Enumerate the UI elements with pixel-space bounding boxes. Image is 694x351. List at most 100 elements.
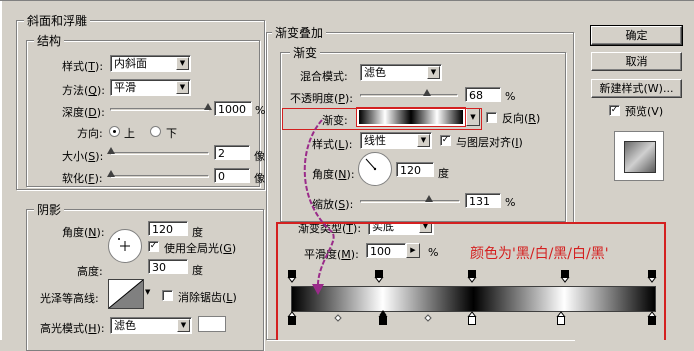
gradient-type-select[interactable]: 实底 ▼ — [368, 222, 434, 235]
gradient-angle-dial[interactable] — [358, 152, 392, 186]
soften-input[interactable]: 0 — [214, 168, 250, 183]
scale-slider[interactable] — [360, 200, 460, 203]
bevel-size-label: 大小(S): — [62, 150, 104, 163]
altitude-input[interactable]: 30 — [148, 259, 188, 274]
opacity-stops-row — [287, 270, 657, 283]
scale-label: 缩放(S): — [312, 198, 354, 211]
shading-angle-label: 角度(N): — [62, 226, 105, 239]
style-preview-swatch — [624, 141, 656, 173]
reverse-checkbox[interactable] — [486, 112, 497, 123]
antialias-checkbox[interactable] — [162, 290, 173, 301]
gradient-overlay-title: 渐变叠加 — [272, 24, 327, 41]
global-light-label: 使用全局光(G) — [164, 242, 237, 255]
gradient-dropdown-button[interactable]: ▼ — [466, 108, 480, 126]
gradient-style-label: 样式(L): — [312, 138, 353, 151]
gradient-style-value: 线性 — [364, 134, 386, 147]
opacity-label: 不透明度(P): — [290, 92, 353, 105]
blend-mode-label: 混合模式: — [300, 70, 348, 83]
gloss-contour-label: 光泽等高线: — [40, 292, 99, 305]
color-stops-row — [287, 310, 657, 325]
size-slider[interactable] — [110, 152, 209, 155]
smoothness-label: 平滑度(M): — [304, 248, 359, 261]
shading-angle-dial[interactable] — [108, 229, 142, 263]
bevel-emboss-title: 斜面和浮雕 — [24, 12, 91, 29]
smoothness-arrow-button[interactable]: ▶ — [406, 243, 420, 258]
opacity-slider[interactable] — [360, 94, 458, 97]
gradient-type-label: 渐变类型(T): — [298, 222, 362, 235]
chevron-down-icon[interactable]: ▼ — [427, 66, 440, 79]
bevel-style-value: 内斜面 — [114, 57, 147, 70]
depth-input[interactable]: 1000 — [214, 101, 252, 116]
preview-checkbox[interactable]: ✓ — [609, 105, 620, 116]
align-with-layer-label: 与图层对齐(I) — [456, 136, 523, 149]
direction-up-radio[interactable] — [109, 126, 120, 137]
ok-button[interactable]: 确定 — [590, 25, 683, 46]
bevel-style-label: 样式(T): — [62, 60, 104, 73]
direction-label: 方向: — [77, 127, 103, 140]
align-with-layer-checkbox[interactable]: ✓ — [440, 135, 451, 146]
size-unit: 像 — [254, 150, 265, 163]
scale-slider-thumb[interactable] — [425, 195, 433, 202]
opacity-slider-thumb[interactable] — [423, 89, 431, 96]
bevel-soften-label: 软化(F): — [62, 172, 103, 185]
scale-input[interactable]: 131 — [465, 193, 501, 208]
shading-angle-input[interactable]: 120 — [148, 221, 188, 236]
blend-mode-select[interactable]: 滤色 ▼ — [360, 64, 442, 81]
opacity-input[interactable]: 68 — [465, 87, 501, 102]
blend-mode-value: 滤色 — [364, 66, 386, 79]
highlight-mode-value: 滤色 — [114, 319, 136, 332]
shading-angle-unit: 度 — [192, 226, 203, 239]
shading-title: 阴影 — [34, 201, 65, 218]
smoothness-input[interactable]: 100 — [366, 243, 406, 258]
bevel-depth-label: 深度(D): — [62, 106, 105, 119]
size-input[interactable]: 2 — [214, 145, 250, 160]
color-annotation: 颜色为'黑/白/黑/白/黑' — [470, 246, 609, 262]
chevron-down-icon[interactable]: ▼ — [419, 224, 432, 233]
gradient-bar[interactable] — [291, 286, 656, 312]
size-slider-thumb[interactable] — [107, 147, 115, 154]
soften-unit: 像 — [254, 172, 265, 185]
gradient-preview[interactable] — [356, 107, 466, 127]
global-light-checkbox[interactable]: ✓ — [148, 241, 159, 252]
style-preview-thumbnail — [614, 131, 664, 181]
highlight-color-swatch[interactable] — [198, 316, 226, 332]
bevel-method-select[interactable]: 平滑 ▼ — [110, 79, 191, 96]
direction-down-radio[interactable] — [150, 126, 161, 137]
gradient-style-select[interactable]: 线性 ▼ — [360, 132, 432, 149]
gradient-angle-unit: 度 — [438, 167, 449, 180]
soften-slider-thumb[interactable] — [107, 170, 115, 177]
gradient-label: 渐变: — [322, 114, 348, 127]
depth-slider-thumb[interactable] — [204, 103, 212, 110]
new-style-button[interactable]: 新建样式(W)... — [591, 79, 682, 98]
scale-unit: % — [505, 196, 516, 209]
gradient-angle-label: 角度(N): — [312, 168, 355, 181]
soften-slider[interactable] — [110, 175, 209, 178]
gloss-contour-preview[interactable] — [108, 279, 144, 309]
preview-label: 预览(V) — [625, 105, 664, 118]
smoothness-unit: % — [428, 246, 439, 259]
gradient-preview-fill — [359, 110, 463, 124]
gloss-contour-dropdown[interactable]: ▼ — [145, 287, 153, 297]
chevron-down-icon[interactable]: ▼ — [176, 57, 189, 70]
bevel-method-label: 方法(Q): — [62, 84, 105, 97]
chevron-down-icon[interactable]: ▼ — [177, 319, 190, 332]
depth-slider[interactable] — [110, 108, 209, 111]
angle-needle-icon — [365, 158, 377, 171]
reverse-label: 反向(R) — [502, 112, 541, 125]
gradient-subgroup-title: 渐变 — [290, 44, 321, 61]
altitude-unit: 度 — [192, 264, 203, 277]
bevel-method-value: 平滑 — [114, 81, 136, 94]
gradient-angle-input[interactable]: 120 — [396, 162, 434, 177]
chevron-down-icon[interactable]: ▼ — [417, 134, 430, 147]
chevron-down-icon[interactable]: ▼ — [176, 81, 189, 94]
bevel-style-select[interactable]: 内斜面 ▼ — [110, 55, 191, 72]
cancel-button[interactable]: 取消 — [591, 52, 682, 71]
antialias-label: 消除锯齿(L) — [178, 291, 237, 304]
top-edge — [0, 0, 694, 1]
gradient-type-value: 实底 — [372, 222, 394, 233]
crosshair-icon — [118, 238, 130, 251]
altitude-label: 高度: — [77, 265, 103, 278]
highlight-mode-select[interactable]: 滤色 ▼ — [110, 317, 192, 334]
highlight-mode-label: 高光模式(H): — [40, 322, 105, 335]
direction-up-label: 上 — [124, 127, 135, 140]
